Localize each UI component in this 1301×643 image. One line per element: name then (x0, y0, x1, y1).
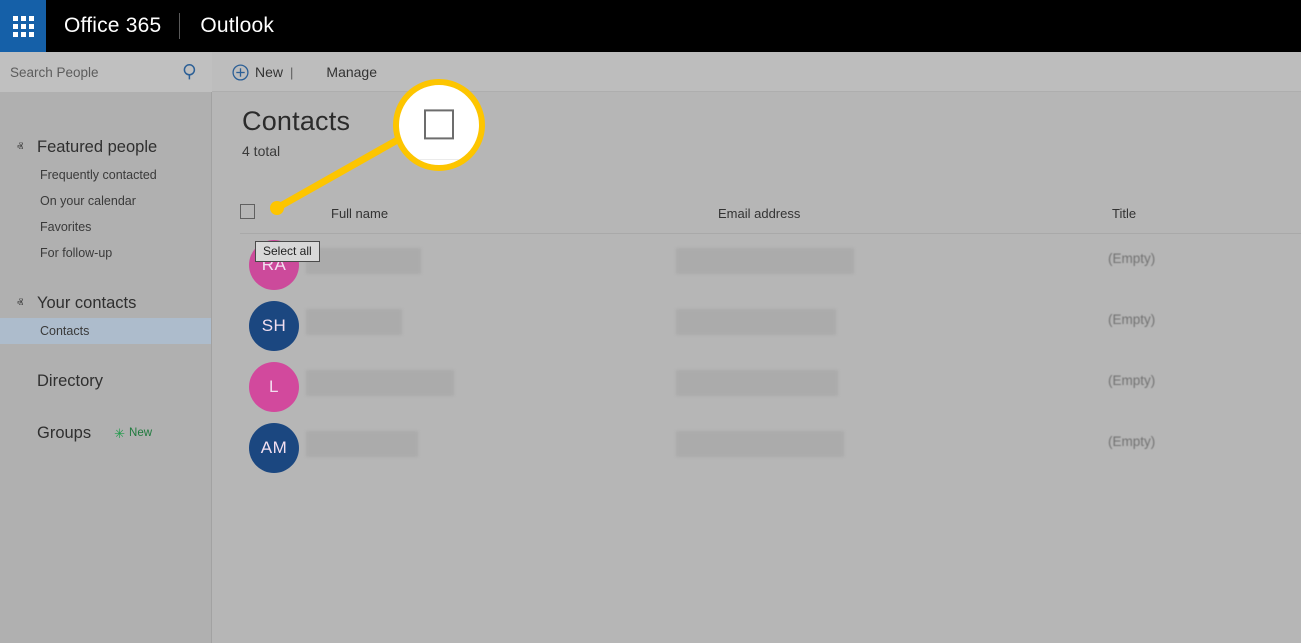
groups-new-label: New (129, 427, 152, 439)
table-row[interactable]: L (Empty) (240, 356, 1301, 417)
contacts-total-count: 4 total (242, 143, 280, 159)
sidebar-group-spacer (0, 344, 211, 366)
table-row[interactable]: RA (Empty) (240, 234, 1301, 295)
cell-title: (Empty) (1108, 312, 1155, 327)
cell-full-name-redacted (306, 370, 454, 396)
contacts-table-header: Full name Email address Title (240, 193, 1301, 234)
cell-email-address-redacted (676, 370, 838, 396)
zoom-callout-content (399, 85, 479, 165)
avatar[interactable]: AM (249, 423, 299, 473)
cell-title: (Empty) (1108, 373, 1155, 388)
groups-new-badge[interactable]: ✳ New (114, 427, 152, 440)
table-row[interactable]: SH (Empty) (240, 295, 1301, 356)
manage-button-label: Manage (326, 64, 377, 80)
office-brand-label[interactable]: Office 365 (46, 14, 179, 38)
plus-circle-icon (232, 64, 249, 81)
sidebar-item-frequently-contacted[interactable]: Frequently contacted (0, 162, 211, 188)
avatar[interactable]: SH (249, 301, 299, 351)
sidebar-group-groups[interactable]: ⱟ Groups ✳ New (0, 418, 211, 448)
contacts-content-pane: Contacts 4 total Full name Email address… (213, 92, 1301, 643)
manage-button[interactable]: Manage ⱟ (326, 64, 383, 80)
contacts-list: RA (Empty) SH (Empty) L (Empty) AM (Empty) (240, 234, 1301, 478)
sidebar-group-spacer (0, 266, 211, 288)
cell-email-address-redacted (676, 248, 854, 274)
search-input[interactable]: Search People (10, 65, 182, 80)
sidebar-group-directory[interactable]: ⱟ Directory (0, 366, 211, 396)
cell-title: (Empty) (1108, 434, 1155, 449)
cell-full-name-redacted (306, 309, 402, 335)
app-launcher-button[interactable] (0, 0, 46, 52)
chevron-up-icon: ⱏ (14, 141, 26, 154)
new-separator: | (289, 65, 294, 80)
app-name-outlook[interactable]: Outlook (180, 14, 274, 38)
outlook-people-app: Office 365 Outlook Search People New | ⱟ… (0, 0, 1301, 643)
chevron-up-icon: ⱏ (14, 297, 26, 310)
sidebar-group-label: Groups (37, 424, 91, 443)
command-bar: Search People New | ⱟ Manage ⱟ (0, 52, 1301, 92)
cell-title: (Empty) (1108, 251, 1155, 266)
cell-full-name-redacted (306, 248, 421, 274)
sidebar-item-for-follow-up[interactable]: For follow-up (0, 240, 211, 266)
sidebar-group-spacer (0, 396, 211, 418)
sidebar-item-contacts[interactable]: Contacts (0, 318, 211, 344)
column-header-title[interactable]: Title (1112, 206, 1136, 221)
new-contact-button[interactable]: New | ⱟ (232, 64, 300, 81)
table-row[interactable]: AM (Empty) (240, 417, 1301, 478)
cell-full-name-redacted (306, 431, 418, 457)
chevron-down-icon: ⱟ (14, 375, 26, 388)
sidebar-group-your-contacts[interactable]: ⱏ Your contacts (0, 288, 211, 318)
select-all-tooltip: Select all (255, 241, 320, 262)
sidebar-group-featured-people[interactable]: ⱏ Featured people (0, 132, 211, 162)
sparkle-icon: ✳ (114, 427, 125, 440)
left-navigation: ⱏ Featured people Frequently contacted On y… (0, 92, 212, 643)
sidebar-item-favorites[interactable]: Favorites (0, 214, 211, 240)
sidebar-group-label: Featured people (37, 138, 157, 157)
cell-email-address-redacted (676, 309, 836, 335)
column-header-full-name[interactable]: Full name (331, 206, 388, 221)
page-title: Contacts (242, 106, 350, 137)
checkbox-icon (424, 109, 454, 139)
sidebar-item-on-your-calendar[interactable]: On your calendar (0, 188, 211, 214)
zoom-ghost-divider (405, 159, 473, 160)
new-button-label: New (255, 64, 283, 80)
sidebar-group-spacer (0, 448, 211, 470)
column-header-email-address[interactable]: Email address (718, 206, 800, 221)
command-bar-actions: New | ⱟ Manage ⱟ (232, 52, 383, 92)
zoom-callout-bubble (393, 79, 485, 171)
zoom-ghost-text (423, 145, 426, 159)
sidebar-group-label: Directory (37, 372, 103, 391)
sidebar-group-label: Your contacts (37, 294, 136, 313)
cell-email-address-redacted (676, 431, 844, 457)
waffle-grid-icon (13, 16, 34, 37)
search-people-box[interactable]: Search People (0, 52, 212, 92)
search-icon[interactable] (182, 63, 200, 81)
chevron-down-icon: ⱟ (14, 427, 26, 440)
select-all-checkbox[interactable] (240, 204, 255, 219)
avatar[interactable]: L (249, 362, 299, 412)
suite-header-bar: Office 365 Outlook (0, 0, 1301, 52)
